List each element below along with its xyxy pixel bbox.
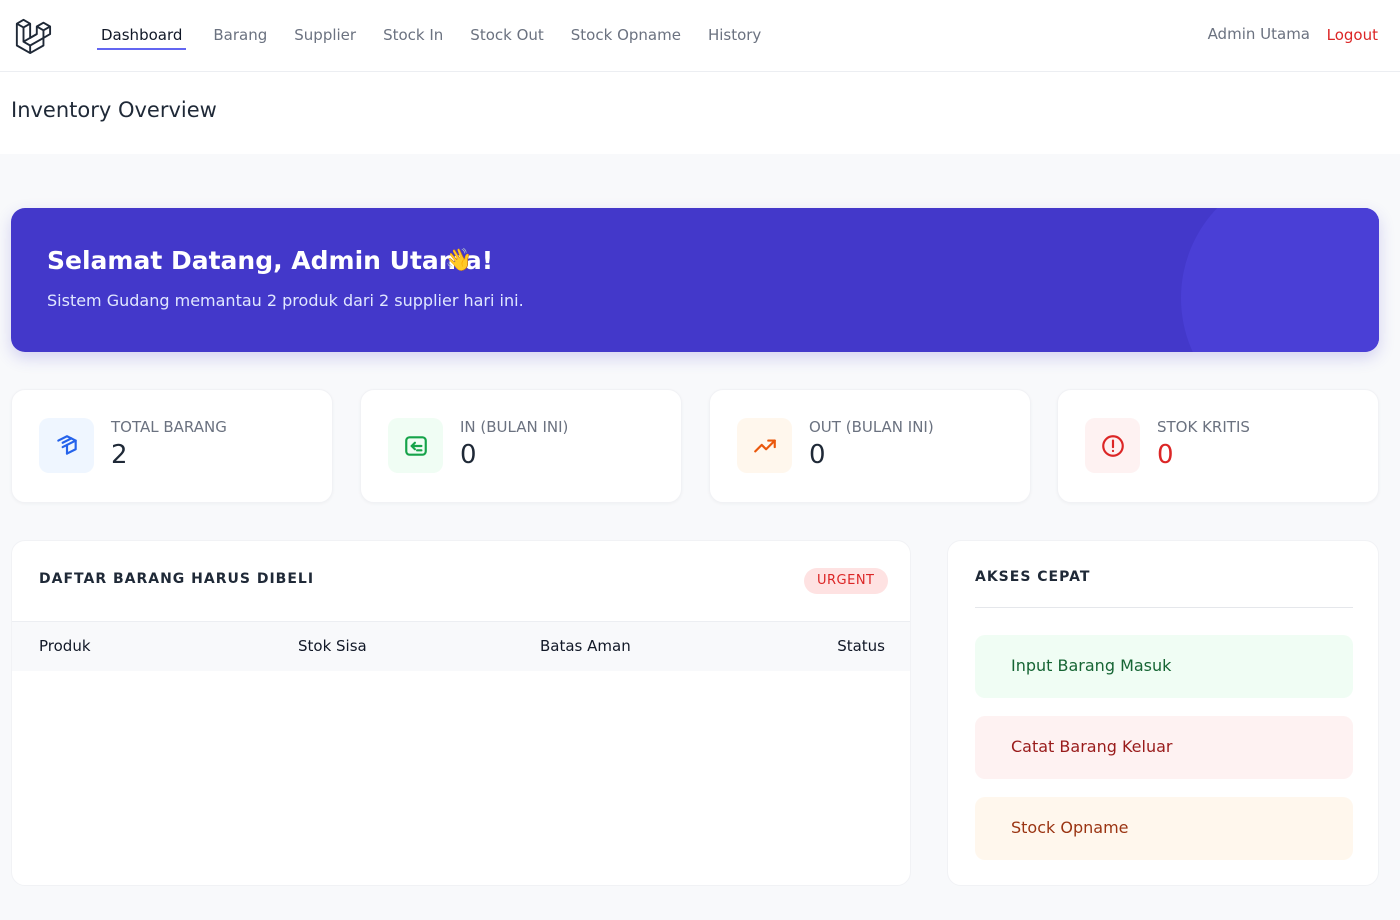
nav-item-stock-out[interactable]: Stock Out — [470, 0, 543, 72]
stat-card-stok-kritis: STOK KRITIS 0 — [1057, 389, 1379, 503]
column-header-status: Status — [837, 637, 885, 655]
column-header-stok-sisa: Stok Sisa — [298, 637, 367, 655]
nav-item-barang[interactable]: Barang — [213, 0, 267, 72]
stat-value: 0 — [460, 440, 477, 470]
stat-label: OUT (BULAN INI) — [809, 418, 934, 436]
laravel-logo-icon[interactable] — [14, 17, 52, 55]
page-title: Inventory Overview — [11, 98, 217, 122]
nav-item-supplier[interactable]: Supplier — [294, 0, 356, 72]
quick-access-card: AKSES CEPAT Input Barang Masuk Catat Bar… — [947, 540, 1379, 886]
nav-item-history[interactable]: History — [708, 0, 761, 72]
table-header-row: Produk Stok Sisa Batas Aman Status — [12, 621, 910, 671]
waving-hand-icon: 👋 — [445, 248, 473, 273]
restock-table-title: DAFTAR BARANG HARUS DIBELI — [39, 571, 315, 587]
stat-card-out-bulan-ini: OUT (BULAN INI) 0 — [709, 389, 1031, 503]
nav-item-stock-opname[interactable]: Stock Opname — [571, 0, 681, 72]
banner-decoration — [1181, 208, 1379, 352]
welcome-title: Selamat Datang, Admin Utama! — [47, 246, 494, 275]
nav-links: Dashboard Barang Supplier Stock In Stock… — [97, 0, 788, 72]
stat-card-in-bulan-ini: IN (BULAN INI) 0 — [360, 389, 682, 503]
restock-table-card: DAFTAR BARANG HARUS DIBELI URGENT Produk… — [11, 540, 911, 886]
stat-value: 2 — [111, 440, 128, 470]
stat-card-total-barang: TOTAL BARANG 2 — [11, 389, 333, 503]
stock-opname-button[interactable]: Stock Opname — [975, 797, 1353, 860]
stat-label: STOK KRITIS — [1157, 418, 1250, 436]
divider — [975, 607, 1353, 608]
nav-item-dashboard[interactable]: Dashboard — [97, 0, 187, 72]
column-header-produk: Produk — [39, 637, 91, 655]
welcome-subtitle: Sistem Gudang memantau 2 produk dari 2 s… — [47, 291, 524, 310]
stat-label: IN (BULAN INI) — [460, 418, 569, 436]
column-header-batas-aman: Batas Aman — [540, 637, 631, 655]
top-navbar: Dashboard Barang Supplier Stock In Stock… — [0, 0, 1400, 72]
stat-value: 0 — [1157, 440, 1174, 470]
nav-item-stock-in[interactable]: Stock In — [383, 0, 443, 72]
input-barang-masuk-button[interactable]: Input Barang Masuk — [975, 635, 1353, 698]
quick-access-title: AKSES CEPAT — [975, 569, 1091, 585]
stat-label: TOTAL BARANG — [111, 418, 227, 436]
stat-value: 0 — [809, 440, 826, 470]
cube-icon — [39, 418, 94, 473]
user-name[interactable]: Admin Utama — [1208, 25, 1310, 43]
logout-link[interactable]: Logout — [1327, 26, 1378, 44]
arrow-in-icon — [388, 418, 443, 473]
urgent-badge: URGENT — [804, 568, 888, 594]
welcome-banner: Selamat Datang, Admin Utama! 👋 Sistem Gu… — [11, 208, 1379, 352]
page-header: Inventory Overview — [0, 72, 1400, 154]
catat-barang-keluar-button[interactable]: Catat Barang Keluar — [975, 716, 1353, 779]
alert-circle-icon — [1085, 418, 1140, 473]
trending-up-icon — [737, 418, 792, 473]
